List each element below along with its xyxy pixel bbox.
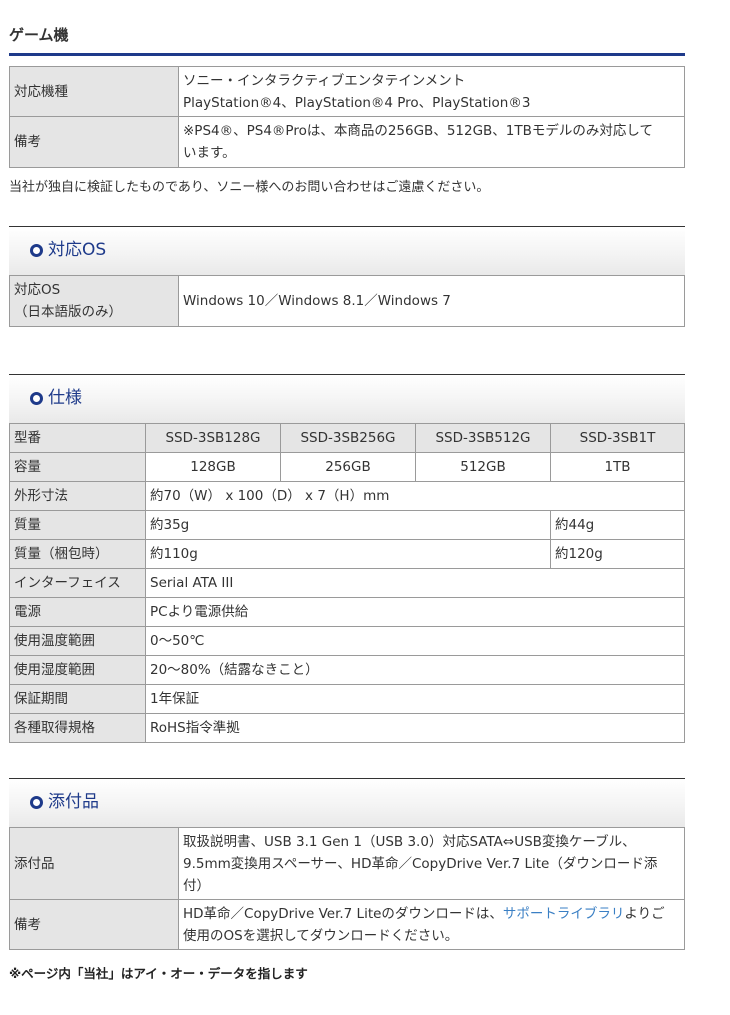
remarks-text: よりご bbox=[624, 905, 665, 922]
row-label: 各種取得規格 bbox=[9, 713, 146, 743]
capacity-cell: 128GB bbox=[145, 452, 281, 482]
standards-value: RoHS指令準拠 bbox=[145, 713, 685, 743]
row-label: 備考 bbox=[9, 116, 179, 168]
row-label: 容量 bbox=[9, 452, 146, 482]
table-row: 対応OS （日本語版のみ） Windows 10／Windows 8.1／Win… bbox=[9, 275, 685, 327]
model-cell: SSD-3SB1T bbox=[550, 423, 685, 453]
row-value: ※PS4®、PS4®Proは、本商品の256GB、512GB、1TBモデルのみ対… bbox=[178, 116, 685, 168]
game-console-note: 当社が独自に検証したものであり、ソニー様へのお問い合わせはご遠慮ください。 bbox=[9, 180, 490, 195]
package-weight-value: 約110g bbox=[145, 539, 551, 569]
circle-bullet-icon bbox=[30, 796, 43, 809]
row-label: インターフェイス bbox=[9, 568, 146, 598]
remarks-line: HD革命／CopyDrive Ver.7 Liteのダウンロードは、サポートライ… bbox=[183, 903, 680, 925]
table-row: 質量（梱包時） 約110g 約120g bbox=[9, 539, 685, 569]
remarks-text: HD革命／CopyDrive Ver.7 Liteのダウンロードは、 bbox=[183, 905, 503, 922]
row-label: 質量（梱包時） bbox=[9, 539, 146, 569]
model-cell: SSD-3SB256G bbox=[280, 423, 416, 453]
weight-value: 約35g bbox=[145, 510, 551, 540]
spec-section-heading: 仕様 bbox=[9, 374, 685, 423]
support-library-link[interactable]: サポートライブラリ bbox=[503, 906, 625, 922]
table-row: 添付品 取扱説明書、USB 3.1 Gen 1（USB 3.0）対応SATA⇔U… bbox=[9, 827, 685, 900]
humidity-value: 20～80%（結露なきこと） bbox=[145, 655, 685, 685]
footer-note: ※ページ内「当社」はアイ・オー・データを指します bbox=[9, 966, 308, 981]
table-row: 備考 ※PS4®、PS4®Proは、本商品の256GB、512GB、1TBモデル… bbox=[9, 116, 685, 168]
os-label-note: （日本語版のみ） bbox=[14, 304, 122, 320]
os-label: 対応OS bbox=[14, 282, 61, 298]
remarks-line: います。 bbox=[183, 145, 236, 161]
circle-bullet-icon bbox=[30, 392, 43, 405]
os-table: 対応OS （日本語版のみ） Windows 10／Windows 8.1／Win… bbox=[9, 275, 685, 327]
table-row: 外形寸法 約70（W） x 100（D） x 7（H）mm bbox=[9, 481, 685, 511]
row-label: 使用湿度範囲 bbox=[9, 655, 146, 685]
table-row: 対応機種 ソニー・インタラクティブエンタテインメント PlayStation®4… bbox=[9, 66, 685, 117]
accessories-section-title: 添付品 bbox=[48, 792, 99, 812]
model-cell: SSD-3SB512G bbox=[415, 423, 551, 453]
os-section-title: 対応OS bbox=[48, 240, 107, 260]
table-row: 電源 PCより電源供給 bbox=[9, 597, 685, 627]
row-label: 添付品 bbox=[9, 827, 179, 900]
accessories-value: 取扱説明書、USB 3.1 Gen 1（USB 3.0）対応SATA⇔USB変換… bbox=[178, 827, 685, 900]
table-row: 容量 128GB 256GB 512GB 1TB bbox=[9, 452, 685, 482]
row-label: 質量 bbox=[9, 510, 146, 540]
row-label: 対応OS （日本語版のみ） bbox=[9, 275, 179, 327]
table-row: 各種取得規格 RoHS指令準拠 bbox=[9, 713, 685, 743]
game-console-heading: ゲーム機 bbox=[9, 26, 69, 44]
row-value: ソニー・インタラクティブエンタテインメント PlayStation®4、Play… bbox=[178, 66, 685, 117]
dimensions-value: 約70（W） x 100（D） x 7（H）mm bbox=[145, 481, 685, 511]
table-row: 質量 約35g 約44g bbox=[9, 510, 685, 540]
remarks-line: ※PS4®、PS4®Proは、本商品の256GB、512GB、1TBモデルのみ対… bbox=[183, 123, 653, 139]
os-value: Windows 10／Windows 8.1／Windows 7 bbox=[178, 275, 685, 327]
model-cell: SSD-3SB128G bbox=[145, 423, 281, 453]
row-label: 備考 bbox=[9, 899, 179, 950]
accessories-section-heading: 添付品 bbox=[9, 778, 685, 827]
capacity-cell: 512GB bbox=[415, 452, 551, 482]
accessories-table: 添付品 取扱説明書、USB 3.1 Gen 1（USB 3.0）対応SATA⇔U… bbox=[9, 827, 685, 950]
interface-value: Serial ATA III bbox=[145, 568, 685, 598]
spec-section-title: 仕様 bbox=[48, 388, 82, 408]
capacity-cell: 256GB bbox=[280, 452, 416, 482]
os-section-heading: 対応OS bbox=[9, 226, 685, 275]
capacity-cell: 1TB bbox=[550, 452, 685, 482]
row-label: 外形寸法 bbox=[9, 481, 146, 511]
warranty-value: 1年保証 bbox=[145, 684, 685, 714]
table-row: 使用温度範囲 0～50℃ bbox=[9, 626, 685, 656]
row-label: 型番 bbox=[9, 423, 146, 453]
remarks-value: HD革命／CopyDrive Ver.7 Liteのダウンロードは、サポートライ… bbox=[178, 899, 685, 950]
package-weight-value: 約120g bbox=[550, 539, 685, 569]
circle-bullet-icon bbox=[30, 244, 43, 257]
remarks-line: 使用のOSを選択してダウンロードください。 bbox=[183, 927, 459, 944]
compatible-models: PlayStation®4、PlayStation®4 Pro、PlayStat… bbox=[183, 94, 531, 111]
table-row: 型番 SSD-3SB128G SSD-3SB256G SSD-3SB512G S… bbox=[9, 423, 685, 453]
spec-table: 型番 SSD-3SB128G SSD-3SB256G SSD-3SB512G S… bbox=[9, 423, 685, 743]
table-row: 使用湿度範囲 20～80%（結露なきこと） bbox=[9, 655, 685, 685]
table-row: 保証期間 1年保証 bbox=[9, 684, 685, 714]
game-console-heading-bar: ゲーム機 bbox=[9, 25, 685, 56]
accessories-line: 付） bbox=[183, 877, 210, 894]
table-row: インターフェイス Serial ATA III bbox=[9, 568, 685, 598]
accessories-line: 9.5mm変換用スペーサー、HD革命／CopyDrive Ver.7 Lite（… bbox=[183, 855, 658, 872]
temperature-value: 0～50℃ bbox=[145, 626, 685, 656]
accessories-line: 取扱説明書、USB 3.1 Gen 1（USB 3.0）対応SATA⇔USB変換… bbox=[183, 833, 636, 850]
row-label: 対応機種 bbox=[9, 66, 179, 117]
game-console-table: 対応機種 ソニー・インタラクティブエンタテインメント PlayStation®4… bbox=[9, 66, 685, 168]
compatible-maker: ソニー・インタラクティブエンタテインメント bbox=[183, 72, 466, 89]
power-value: PCより電源供給 bbox=[145, 597, 685, 627]
row-label: 電源 bbox=[9, 597, 146, 627]
row-label: 保証期間 bbox=[9, 684, 146, 714]
row-label: 使用温度範囲 bbox=[9, 626, 146, 656]
table-row: 備考 HD革命／CopyDrive Ver.7 Liteのダウンロードは、サポー… bbox=[9, 899, 685, 950]
weight-value: 約44g bbox=[550, 510, 685, 540]
